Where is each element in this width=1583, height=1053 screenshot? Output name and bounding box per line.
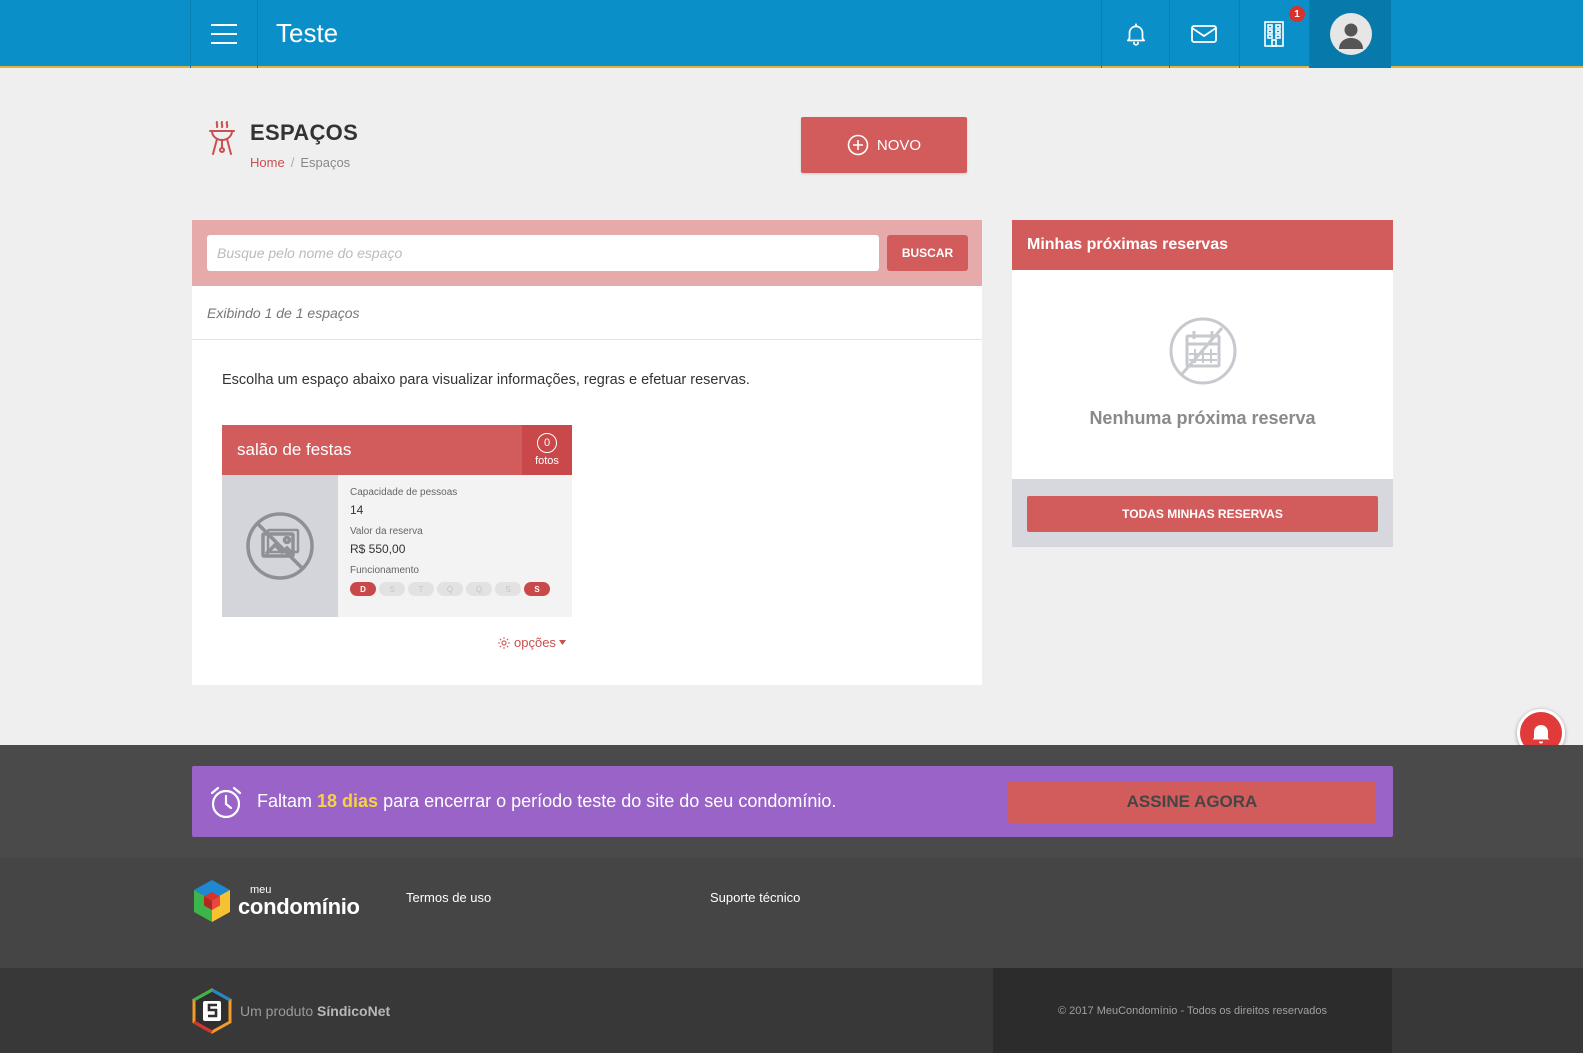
operating-days: D S T Q Q S S bbox=[350, 582, 550, 596]
messages-button[interactable] bbox=[1169, 0, 1237, 68]
trial-message: Faltam 18 dias para encerrar o período t… bbox=[257, 791, 836, 812]
user-menu-button[interactable] bbox=[1309, 0, 1391, 68]
all-reservations-button[interactable]: TODAS MINHAS RESERVAS bbox=[1027, 496, 1378, 532]
options-dropdown[interactable]: opções bbox=[497, 635, 566, 650]
day-pill: S bbox=[524, 582, 550, 596]
sindiconet-logo-icon bbox=[192, 988, 232, 1034]
breadcrumb-current: Espaços bbox=[300, 155, 351, 170]
menu-button[interactable] bbox=[190, 0, 258, 68]
sindiconet-brand[interactable]: Um produto SíndicoNet bbox=[192, 988, 390, 1034]
day-pill: S bbox=[495, 582, 521, 596]
copyright-text: © 2017 MeuCondomínio - Todos os direitos… bbox=[1058, 1005, 1327, 1017]
day-pill: T bbox=[408, 582, 434, 596]
meucondominio-logo[interactable]: meu condomínio bbox=[192, 878, 360, 924]
search-input[interactable] bbox=[207, 235, 879, 271]
gear-icon bbox=[498, 636, 510, 649]
space-card-header: salão de festas 0 fotos bbox=[222, 425, 572, 475]
reservations-footer: TODAS MINHAS RESERVAS bbox=[1012, 479, 1393, 547]
avatar bbox=[1329, 13, 1372, 55]
logo-condominio: condomínio bbox=[238, 893, 360, 919]
copyright-area: © 2017 MeuCondomínio - Todos os direitos… bbox=[993, 968, 1392, 1053]
page-title: ESPAÇOS bbox=[250, 120, 359, 145]
trial-prefix: Faltam bbox=[257, 791, 313, 811]
search-button[interactable]: BUSCAR bbox=[887, 235, 968, 271]
price-value: R$ 550,00 bbox=[350, 542, 406, 556]
options-label: opções bbox=[514, 635, 556, 650]
product-name: SíndicoNet bbox=[317, 1003, 391, 1019]
menu-icon bbox=[211, 24, 237, 44]
results-count: Exibindo 1 de 1 espaços bbox=[192, 286, 982, 340]
breadcrumb: Home / Espaços bbox=[250, 155, 350, 170]
logo-wordmark: meu condomínio bbox=[238, 884, 360, 919]
product-credit: Um produto SíndicoNet bbox=[240, 1003, 390, 1019]
mail-icon bbox=[1190, 25, 1217, 43]
space-info: Capacidade de pessoas 14 Valor da reserv… bbox=[350, 487, 550, 596]
no-image-icon bbox=[246, 512, 314, 580]
no-calendar-icon bbox=[1169, 317, 1237, 385]
subscribe-button[interactable]: ASSINE AGORA bbox=[1008, 781, 1376, 823]
space-name[interactable]: salão de festas bbox=[237, 440, 351, 460]
spaces-panel: BUSCAR Exibindo 1 de 1 espaços Escolha u… bbox=[192, 220, 982, 685]
space-card[interactable]: salão de festas 0 fotos Capacidade de pe… bbox=[222, 425, 572, 617]
top-navbar: Teste 1 bbox=[0, 0, 1583, 68]
footer: meu condomínio Termos de uso Suporte téc… bbox=[0, 858, 1583, 968]
product-prefix: Um produto bbox=[240, 1003, 314, 1019]
breadcrumb-separator: / bbox=[290, 155, 295, 170]
space-image-placeholder bbox=[222, 475, 338, 617]
new-space-button[interactable]: NOVO bbox=[801, 117, 967, 173]
cube-logo-icon bbox=[194, 880, 230, 922]
bottom-bar: Um produto SíndicoNet © 2017 MeuCondomín… bbox=[0, 968, 1583, 1053]
day-pill: Q bbox=[466, 582, 492, 596]
plus-circle-icon bbox=[847, 134, 869, 156]
support-link[interactable]: Suporte técnico bbox=[710, 890, 800, 905]
photos-button[interactable]: 0 fotos bbox=[522, 425, 572, 475]
instructions-text: Escolha um espaço abaixo para visualizar… bbox=[222, 372, 750, 388]
breadcrumb-home-link[interactable]: Home bbox=[250, 155, 285, 170]
photos-label: fotos bbox=[535, 455, 559, 467]
alarm-clock-icon bbox=[210, 786, 242, 819]
building-icon bbox=[1263, 21, 1284, 47]
capacity-value: 14 bbox=[350, 503, 364, 517]
no-reservations-text: Nenhuma próxima reserva bbox=[1089, 408, 1316, 428]
hours-label: Funcionamento bbox=[350, 565, 419, 576]
trial-days: 18 dias bbox=[317, 791, 379, 811]
day-pill: Q bbox=[437, 582, 463, 596]
day-pill: S bbox=[379, 582, 405, 596]
photos-count: 0 bbox=[537, 433, 557, 453]
app-title: Teste bbox=[276, 18, 339, 48]
bell-icon bbox=[1532, 725, 1550, 744]
price-label: Valor da reserva bbox=[350, 526, 423, 537]
terms-link[interactable]: Termos de uso bbox=[406, 890, 491, 905]
barbecue-icon bbox=[209, 121, 235, 155]
reservations-panel: Minhas próximas reservas Nenhuma próxima… bbox=[1012, 220, 1393, 547]
building-badge: 1 bbox=[1289, 6, 1305, 22]
new-button-label: NOVO bbox=[876, 136, 922, 154]
capacity-label: Capacidade de pessoas bbox=[350, 487, 458, 498]
user-avatar-icon bbox=[1338, 23, 1363, 49]
day-pill: D bbox=[350, 582, 376, 596]
reservations-title: Minhas próximas reservas bbox=[1012, 220, 1393, 270]
caret-down-icon bbox=[558, 640, 566, 645]
search-bar: BUSCAR bbox=[192, 220, 982, 286]
notifications-button[interactable] bbox=[1101, 0, 1169, 68]
bell-icon bbox=[1126, 23, 1145, 46]
trial-banner: Faltam 18 dias para encerrar o período t… bbox=[192, 766, 1393, 837]
trial-suffix: para encerrar o período teste do site do… bbox=[383, 791, 837, 811]
